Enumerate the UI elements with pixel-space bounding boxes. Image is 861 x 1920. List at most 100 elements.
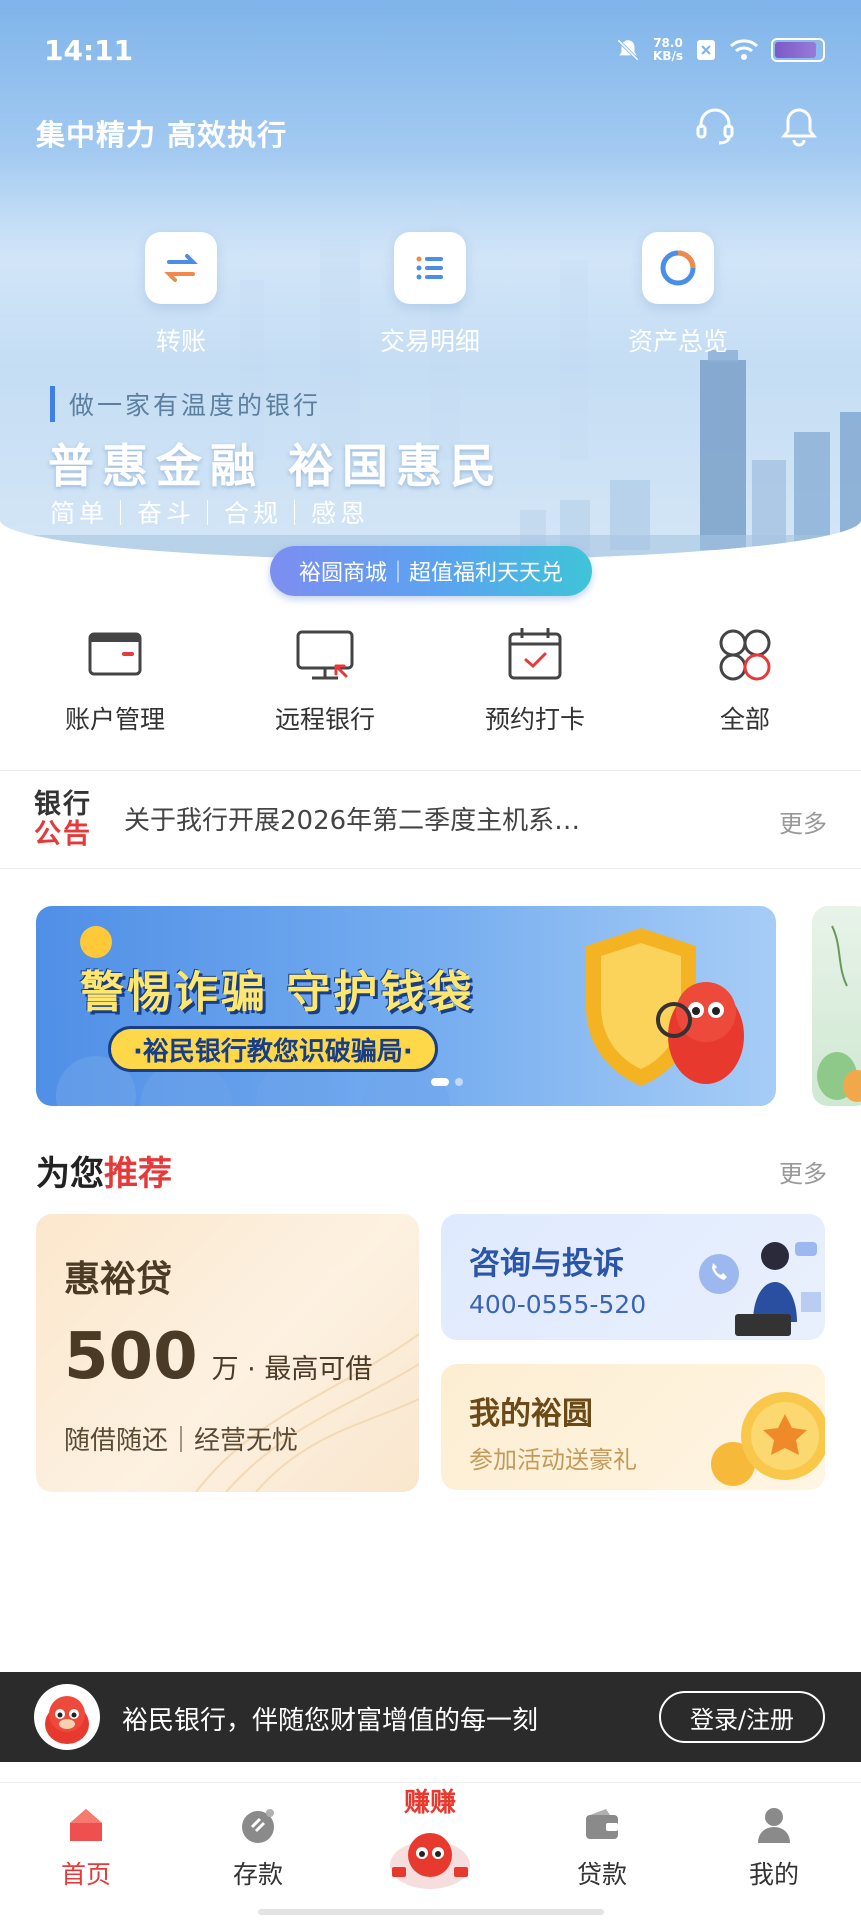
promo-banner[interactable]: 警惕诈骗 守护钱袋 ·裕民银行教您识破骗局· <box>36 906 776 1106</box>
service-account-management[interactable]: 账户管理 <box>20 622 210 736</box>
loan-tagline: 随借随还｜经营无忧 <box>64 1426 299 1456</box>
home-icon <box>70 1809 102 1841</box>
header-actions <box>693 104 821 148</box>
recommend-title-part2: 推荐 <box>104 1154 172 1194</box>
earn-badge-text: 赚赚 <box>404 1788 456 1818</box>
ring-chart-icon-box <box>642 232 714 304</box>
service-remote-banking[interactable]: 远程银行 <box>230 622 420 736</box>
list-icon <box>416 256 443 280</box>
status-time: 14:11 <box>44 34 134 67</box>
net-speed: 78.0 KB/s <box>653 37 683 63</box>
monitor-icon <box>296 630 354 680</box>
mascot-avatar <box>34 1684 100 1750</box>
tab-label: 我的 <box>748 1860 799 1889</box>
hero-values: 简单｜奋斗｜合规｜感恩 <box>50 499 370 528</box>
home-indicator <box>258 1909 604 1915</box>
consult-title: 咨询与投诉 <box>469 1246 624 1282</box>
bell-icon[interactable] <box>777 104 821 148</box>
service-label: 预约打卡 <box>484 705 585 734</box>
loan-amount-unit: 万 · 最高可借 <box>211 1354 373 1385</box>
tab-loan[interactable]: 贷款 <box>542 1803 662 1891</box>
earn-mascot-icon: 赚赚 <box>390 1788 470 1889</box>
tab-label: 贷款 <box>576 1860 627 1889</box>
battery-icon <box>771 38 825 62</box>
recommend-more-link[interactable]: 更多 <box>779 1154 827 1189</box>
customer-service-illustration <box>699 1242 821 1336</box>
tab-label: 存款 <box>232 1860 283 1889</box>
hero-banner: 14:11 78.0 KB/s 集中精力 高效执行 转账 交易明细 资产总览 做… <box>0 0 861 560</box>
notice-more-link[interactable]: 更多 <box>779 804 827 839</box>
net-speed-unit: KB/s <box>653 49 683 63</box>
hero-headline: 普惠金融 裕国惠民 <box>48 439 505 493</box>
transfer-icon <box>164 254 198 282</box>
deposit-icon <box>242 1809 274 1843</box>
mute-bell-icon <box>617 39 639 61</box>
coin-star-illustration <box>711 1392 825 1486</box>
yuyuan-title: 我的裕圆 <box>469 1396 593 1432</box>
tab-label: 首页 <box>60 1860 111 1889</box>
banner-title: 警惕诈骗 守护钱袋 <box>80 967 475 1018</box>
grid-icon <box>719 629 771 681</box>
tab-earn[interactable]: 赚赚 <box>370 1783 490 1895</box>
quick-action-transactions[interactable]: 交易明细 <box>350 232 510 358</box>
notice-logo: 银行 公告 <box>34 790 104 850</box>
service-all[interactable]: 全部 <box>650 622 840 736</box>
battery-level <box>775 42 817 58</box>
divider <box>0 868 861 869</box>
headset-icon[interactable] <box>693 104 737 148</box>
quick-action-label: 转账 <box>155 327 206 356</box>
loan-amount-value: 500 <box>64 1320 198 1394</box>
shield-mascot-illustration <box>586 928 744 1086</box>
notice-logo-line2: 公告 <box>34 819 92 850</box>
tab-home[interactable]: 首页 <box>26 1803 146 1891</box>
recommend-title-part1: 为您 <box>36 1154 104 1194</box>
my-yuyuan-card[interactable]: 我的裕圆 参加活动送豪礼 <box>441 1364 825 1490</box>
service-grid: 账户管理 远程银行 预约打卡 全部 <box>0 622 861 752</box>
wallet-icon <box>586 1809 618 1839</box>
quick-action-transfer[interactable]: 转账 <box>101 232 261 358</box>
card-icon <box>88 632 142 676</box>
wifi-icon <box>729 39 759 60</box>
banner-subtitle: ·裕民银行教您识破骗局· <box>108 1026 438 1072</box>
quick-action-label: 交易明细 <box>379 327 480 356</box>
header-slogan: 集中精力 高效执行 <box>36 118 288 152</box>
yuyuan-subtitle: 参加活动送豪礼 <box>469 1446 637 1474</box>
mall-promo-pill[interactable]: 裕圆商城｜超值福利天天兑 <box>270 546 592 596</box>
tab-deposit[interactable]: 存款 <box>198 1803 318 1891</box>
login-prompt-bar: 裕民银行，伴随您财富增值的每一刻 登录/注册 <box>0 1672 861 1762</box>
loan-name: 惠裕贷 <box>64 1259 173 1300</box>
sim-off-icon <box>697 40 715 60</box>
loan-product-card[interactable]: 惠裕贷 500 万 · 最高可借 随借随还｜经营无忧 <box>36 1214 419 1492</box>
service-label: 账户管理 <box>64 705 165 734</box>
service-label: 全部 <box>719 705 770 734</box>
hero-tagline: 做一家有温度的银行 <box>50 386 321 422</box>
tab-mine[interactable]: 我的 <box>714 1803 834 1891</box>
loan-amount: 500 万 · 最高可借 <box>64 1320 372 1394</box>
promo-banner-next[interactable] <box>812 906 861 1106</box>
status-bar: 14:11 78.0 KB/s <box>0 0 861 100</box>
login-prompt-text: 裕民银行，伴随您财富增值的每一刻 <box>122 1706 539 1736</box>
service-appointment[interactable]: 预约打卡 <box>440 622 630 736</box>
notice-text[interactable]: 关于我行开展2026年第二季度主机系… <box>124 800 644 837</box>
bank-notice[interactable]: 银行 公告 关于我行开展2026年第二季度主机系… 更多 <box>0 770 861 868</box>
ring-chart-icon <box>660 250 696 286</box>
notice-logo-line1: 银行 <box>34 789 92 820</box>
user-icon <box>758 1808 790 1843</box>
bottom-tab-bar: 首页 存款 赚赚 贷款 我的 <box>0 1782 861 1920</box>
banner-next-illustration <box>817 925 861 1102</box>
banner-pagination <box>431 1078 463 1086</box>
login-register-button[interactable]: 登录/注册 <box>659 1691 825 1743</box>
calendar-check-icon <box>508 628 562 680</box>
quick-action-label: 资产总览 <box>627 327 728 356</box>
pagination-dot <box>455 1078 463 1086</box>
list-icon-box <box>394 232 466 304</box>
consult-complaint-card[interactable]: 咨询与投诉 400-0555-520 <box>441 1214 825 1340</box>
service-label: 远程银行 <box>274 705 375 734</box>
quick-action-assets[interactable]: 资产总览 <box>598 232 758 358</box>
status-icons: 78.0 KB/s <box>615 34 825 66</box>
mascot-icon <box>45 1696 89 1744</box>
transfer-icon-box <box>145 232 217 304</box>
pagination-dot-active <box>431 1078 449 1086</box>
consult-phone: 400-0555-520 <box>469 1290 647 1319</box>
recommend-title: 为您推荐 <box>36 1146 172 1195</box>
